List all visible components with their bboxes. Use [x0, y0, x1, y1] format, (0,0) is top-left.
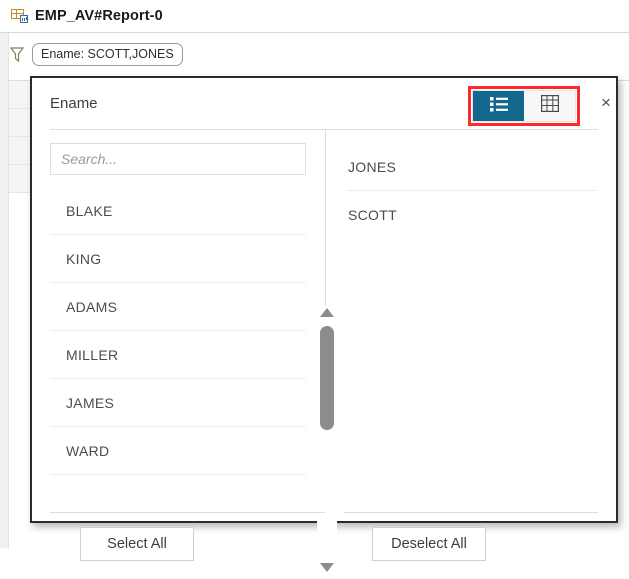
dialog-header: Ename × — [32, 78, 616, 130]
selected-items-list: JONES SCOTT — [346, 144, 596, 238]
left-footer-divider — [50, 512, 325, 513]
list-item[interactable]: MILLER — [50, 331, 306, 379]
list-view-button[interactable] — [473, 91, 524, 121]
funnel-icon — [9, 46, 25, 63]
left-rail — [0, 33, 9, 548]
filter-bar: Ename: SCOTT,JONES — [0, 34, 629, 74]
selected-items-panel: JONES SCOTT Deselect All — [326, 130, 616, 561]
report-title-bar: EMP_AV#Report-0 — [0, 0, 629, 33]
available-items-panel: BLAKE KING ADAMS MILLER JAMES WARD — [32, 130, 337, 574]
right-footer-divider — [344, 512, 598, 513]
filter-chip-ename[interactable]: Ename: SCOTT,JONES — [32, 42, 183, 66]
table-view-button[interactable] — [524, 91, 575, 121]
dialog-body: BLAKE KING ADAMS MILLER JAMES WARD — [32, 130, 616, 574]
view-toggle-group — [472, 90, 576, 122]
list-item[interactable]: JAMES — [50, 379, 306, 427]
list-item[interactable]: ADAMS — [50, 283, 306, 331]
search-input[interactable] — [50, 143, 306, 175]
list-item[interactable]: KING — [50, 235, 306, 283]
list-item[interactable]: BLAKE — [50, 187, 306, 235]
report-table-icon — [11, 9, 28, 23]
page-title: EMP_AV#Report-0 — [35, 8, 163, 24]
list-item[interactable]: JONES — [346, 144, 596, 191]
deselect-all-button[interactable]: Deselect All — [372, 527, 486, 561]
list-view-icon — [489, 96, 508, 117]
triangle-down-icon[interactable] — [319, 560, 335, 574]
select-all-button[interactable]: Select All — [80, 527, 194, 561]
dialog-title: Ename — [50, 95, 98, 112]
close-icon[interactable]: × — [595, 91, 617, 113]
list-item[interactable]: WARD — [50, 427, 306, 475]
search-field-wrapper — [50, 143, 306, 175]
list-item[interactable]: SCOTT — [346, 191, 596, 238]
available-items-list: BLAKE KING ADAMS MILLER JAMES WARD — [50, 187, 306, 514]
table-view-icon — [540, 95, 559, 117]
ename-filter-dialog: Ename × Search... BLAKE KING ADAMS MILLE… — [30, 76, 618, 574]
